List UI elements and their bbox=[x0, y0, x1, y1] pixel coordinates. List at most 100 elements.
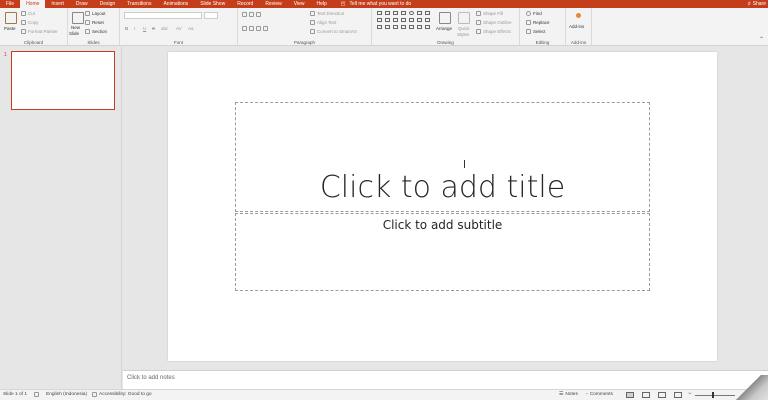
tab-transitions[interactable]: Transitions bbox=[121, 0, 157, 8]
tabbar-right: ♯ Share bbox=[748, 0, 766, 8]
comments-label: Comments bbox=[589, 392, 613, 397]
group-label-slides: Slides bbox=[87, 40, 100, 45]
tab-view[interactable]: View bbox=[288, 0, 311, 8]
section-button[interactable]: Section bbox=[85, 29, 107, 34]
align-text-button[interactable]: Align Text bbox=[310, 20, 336, 25]
zoom-slider-thumb[interactable] bbox=[712, 392, 714, 398]
quick-styles-button-line2[interactable]: Styles bbox=[457, 32, 469, 37]
scissors-icon bbox=[21, 11, 26, 16]
ribbon: Paste Cut Copy Format Painter Clipboard … bbox=[0, 8, 768, 46]
format-painter-button[interactable]: Format Painter bbox=[21, 29, 58, 34]
bullets-button[interactable] bbox=[242, 12, 261, 17]
layout-button[interactable]: Layout bbox=[85, 11, 106, 16]
find-label: Find bbox=[533, 11, 542, 16]
char-spacing-button[interactable]: AV bbox=[176, 26, 182, 31]
font-family-select[interactable] bbox=[124, 12, 202, 19]
justify-icon bbox=[263, 26, 268, 31]
pen-icon bbox=[476, 20, 481, 25]
zoom-slider-track[interactable] bbox=[695, 395, 735, 396]
italic-button[interactable]: I bbox=[134, 26, 135, 31]
bullets-icon bbox=[242, 12, 247, 17]
slideshow-button[interactable] bbox=[674, 392, 682, 398]
quick-styles-button-line1[interactable]: Quick bbox=[458, 26, 470, 31]
collapse-ribbon-icon[interactable]: ⌃ bbox=[759, 36, 764, 43]
shape-fill-button[interactable]: Shape Fill bbox=[476, 11, 503, 16]
notes-button[interactable]: ☰ Notes bbox=[559, 392, 578, 397]
tab-animations[interactable]: Animations bbox=[157, 0, 194, 8]
reset-button[interactable]: Reset bbox=[85, 20, 104, 25]
strikethrough-button[interactable]: S bbox=[152, 26, 155, 31]
normal-view-button[interactable] bbox=[626, 392, 634, 398]
align-text-icon bbox=[310, 20, 315, 25]
shape-effects-label: Shape Effects bbox=[483, 29, 511, 34]
shapes-gallery[interactable] bbox=[377, 11, 432, 31]
layout-label: Layout bbox=[92, 11, 106, 16]
align-buttons[interactable] bbox=[242, 26, 268, 31]
reading-view-button[interactable] bbox=[658, 392, 666, 398]
tab-review[interactable]: Review bbox=[259, 0, 287, 8]
share-label: Share bbox=[752, 1, 766, 7]
reset-icon bbox=[85, 20, 90, 25]
paste-icon bbox=[5, 12, 17, 24]
slide-thumbnail[interactable] bbox=[11, 51, 115, 110]
shadow-button[interactable]: abc bbox=[161, 26, 168, 31]
shape-oval-icon bbox=[409, 11, 414, 15]
title-placeholder[interactable]: Click to add title bbox=[235, 102, 650, 212]
shape-callout-icon bbox=[425, 18, 430, 22]
arrange-button[interactable]: Arrange bbox=[436, 26, 452, 31]
shape-outline-button[interactable]: Shape Outline bbox=[476, 20, 512, 25]
font-size-select[interactable] bbox=[204, 12, 218, 19]
replace-button[interactable]: Replace bbox=[526, 20, 550, 25]
text-cursor-icon bbox=[464, 160, 467, 168]
tab-slide-show[interactable]: Slide Show bbox=[194, 0, 231, 8]
shape-freeform-icon bbox=[385, 25, 390, 29]
text-direction-button[interactable]: Text Direction bbox=[310, 11, 344, 16]
new-slide-button-line2[interactable]: Slide bbox=[69, 31, 79, 36]
smartart-button[interactable]: Convert to SmartArt bbox=[310, 29, 357, 34]
change-case-button[interactable]: Aa bbox=[188, 26, 194, 31]
shape-chevron-icon bbox=[401, 25, 406, 29]
shape-curve-icon bbox=[393, 18, 398, 22]
tell-me-box[interactable]: ◰ Tell me what you want to do bbox=[341, 1, 411, 7]
lightbulb-icon: ◰ bbox=[340, 1, 346, 7]
find-button[interactable]: Find bbox=[526, 11, 542, 16]
language-status[interactable]: English (Indonesia) bbox=[46, 392, 87, 397]
copy-button[interactable]: Copy bbox=[21, 20, 39, 25]
spellcheck-status[interactable] bbox=[34, 392, 39, 397]
cut-label: Cut bbox=[28, 11, 36, 16]
bold-button[interactable]: B bbox=[125, 26, 128, 31]
tab-draw[interactable]: Draw bbox=[70, 0, 94, 8]
tab-home[interactable]: Home bbox=[20, 0, 46, 8]
share-button[interactable]: ♯ Share bbox=[748, 1, 766, 7]
search-icon bbox=[526, 11, 531, 16]
group-font: B I U S abc AV Aa Font bbox=[120, 8, 238, 46]
subtitle-placeholder[interactable]: Click to add subtitle bbox=[235, 213, 650, 291]
text-direction-label: Text Direction bbox=[317, 11, 345, 16]
comments-button[interactable]: ▫ Comments bbox=[586, 392, 613, 397]
tab-file[interactable]: File bbox=[0, 0, 20, 8]
paste-button[interactable]: Paste bbox=[4, 26, 16, 31]
cut-button[interactable]: Cut bbox=[21, 11, 35, 16]
shape-effects-button[interactable]: Shape Effects bbox=[476, 29, 511, 34]
tab-help[interactable]: Help bbox=[310, 0, 332, 8]
paint-bucket-icon bbox=[476, 11, 481, 16]
spellcheck-icon bbox=[34, 392, 39, 397]
tab-record[interactable]: Record bbox=[231, 0, 259, 8]
tab-design[interactable]: Design bbox=[94, 0, 122, 8]
notes-pane[interactable]: Click to add notes bbox=[123, 370, 768, 389]
zoom-out-button[interactable]: − bbox=[688, 391, 692, 397]
tab-insert[interactable]: Insert bbox=[45, 0, 70, 8]
new-slide-button-line1[interactable]: New bbox=[71, 25, 80, 30]
select-button[interactable]: Select bbox=[526, 29, 546, 34]
accessibility-status[interactable]: Accessibility: Good to go bbox=[92, 392, 152, 397]
underline-button[interactable]: U bbox=[143, 26, 146, 31]
group-label-drawing: Drawing bbox=[437, 40, 454, 45]
slide-sorter-button[interactable] bbox=[642, 392, 650, 398]
shape-arrow-icon bbox=[393, 11, 398, 15]
shape-brace-icon bbox=[417, 18, 422, 22]
tell-me-label: Tell me what you want to do bbox=[349, 1, 412, 7]
group-label-editing: Editing bbox=[535, 40, 550, 45]
replace-label: Replace bbox=[533, 20, 550, 25]
thumbnail-number: 1 bbox=[4, 52, 7, 58]
addins-button[interactable]: Add-ins bbox=[569, 24, 584, 29]
